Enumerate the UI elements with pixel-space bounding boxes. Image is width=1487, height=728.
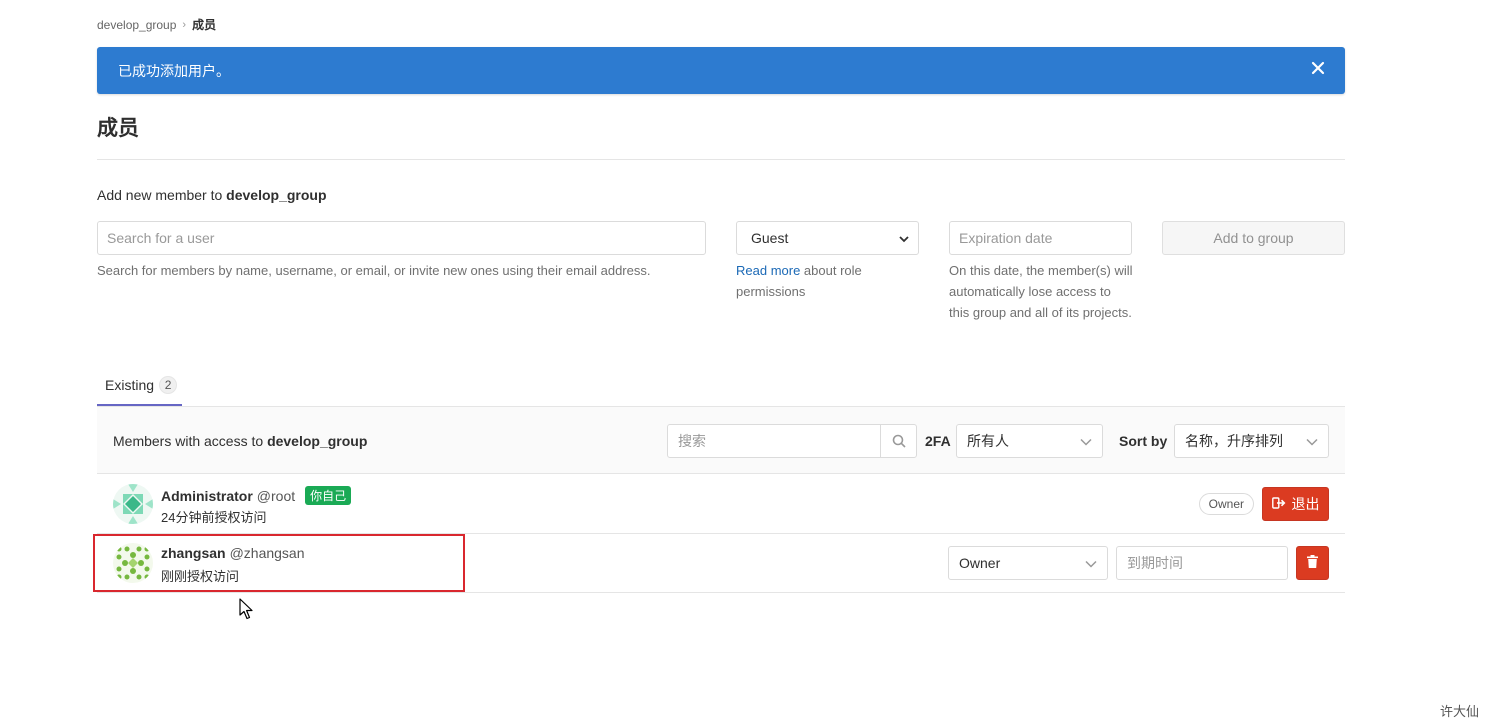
page-title: 成员 xyxy=(97,117,139,140)
sign-out-icon xyxy=(1271,496,1286,512)
member-granted-time: 刚刚授权访问 xyxy=(161,569,240,584)
remove-member-button[interactable] xyxy=(1296,546,1329,580)
trash-icon xyxy=(1307,555,1318,571)
member-role-dropdown[interactable]: Owner xyxy=(948,546,1108,580)
member-row: Administrator @root 你自己 24分钟前授权访问 Owner … xyxy=(97,475,1345,534)
role-select-value: Guest xyxy=(751,230,789,246)
add-member-label: Add new member to develop_group xyxy=(97,187,327,203)
member-name[interactable]: zhangsan xyxy=(161,545,226,561)
add-member-group-name: develop_group xyxy=(226,187,327,203)
add-to-group-button[interactable]: Add to group xyxy=(1162,221,1345,255)
read-more-link[interactable]: Read more xyxy=(736,263,800,278)
avatar[interactable] xyxy=(113,484,153,524)
search-icon[interactable] xyxy=(880,425,916,457)
search-user-help: Search for members by name, username, or… xyxy=(97,263,651,278)
members-panel-header: Members with access to develop_group 搜索 … xyxy=(97,406,1345,474)
you-badge: 你自己 xyxy=(305,486,352,505)
sort-dropdown[interactable]: 名称，升序排列 xyxy=(1174,424,1329,458)
member-expiration-placeholder: 到期时间 xyxy=(1127,555,1183,571)
chevron-right-icon: › xyxy=(182,18,187,31)
breadcrumb: develop_group › 成员 xyxy=(97,16,216,33)
member-role-value: Owner xyxy=(959,555,1001,571)
expiration-date-input[interactable]: Expiration date xyxy=(949,221,1132,255)
search-user-placeholder: Search for a user xyxy=(107,230,215,246)
role-help: Read more about role permissions xyxy=(736,260,896,302)
member-name[interactable]: Administrator xyxy=(161,488,253,504)
member-granted-time: 24分钟前授权访问 xyxy=(161,510,267,525)
search-user-input[interactable]: Search for a user xyxy=(97,221,706,255)
role-badge: Owner xyxy=(1198,493,1254,515)
member-username: @root xyxy=(256,487,296,504)
twofa-filter-value: 所有人 xyxy=(967,433,1009,449)
flash-message: 已成功添加用户。 xyxy=(118,62,230,79)
divider xyxy=(97,159,1345,160)
member-tabs: Existing 2 xyxy=(97,366,1345,406)
breadcrumb-current[interactable]: 成员 xyxy=(192,16,216,33)
leave-button[interactable]: 退出 xyxy=(1262,487,1329,521)
member-expiration-input[interactable]: 到期时间 xyxy=(1116,546,1288,580)
sort-value: 名称，升序排列 xyxy=(1185,433,1283,449)
add-member-label-prefix: Add new member to xyxy=(97,187,227,203)
expiration-date-placeholder: Expiration date xyxy=(959,230,1053,246)
members-panel-title: Members with access to develop_group xyxy=(113,433,367,449)
member-search-placeholder: 搜索 xyxy=(678,433,706,449)
watermark: 许大仙 xyxy=(1439,704,1479,719)
member-search-input[interactable]: 搜索 xyxy=(667,424,917,458)
flash-notice: 已成功添加用户。 xyxy=(97,47,1345,94)
breadcrumb-group-link[interactable]: develop_group xyxy=(97,18,176,32)
mouse-cursor-icon xyxy=(239,598,255,620)
member-username: @zhangsan xyxy=(229,545,305,561)
role-select[interactable]: Guest xyxy=(736,221,919,255)
tab-existing-count: 2 xyxy=(159,376,178,394)
twofa-label: 2FA xyxy=(925,433,951,449)
expiration-help: On this date, the member(s) will automat… xyxy=(949,263,1133,320)
leave-button-label: 退出 xyxy=(1291,496,1320,512)
chevron-down-icon xyxy=(899,230,909,246)
close-icon[interactable] xyxy=(1309,60,1327,78)
member-row: zhangsan @zhangsan 刚刚授权访问 Owner 到期时间 xyxy=(97,534,1345,593)
tab-existing[interactable]: Existing 2 xyxy=(97,366,182,406)
chevron-down-icon xyxy=(1306,433,1318,449)
chevron-down-icon xyxy=(1085,555,1097,571)
chevron-down-icon xyxy=(1080,433,1092,449)
sort-label: Sort by xyxy=(1119,433,1168,449)
members-panel-title-prefix: Members with access to xyxy=(113,433,268,449)
tab-existing-label: Existing xyxy=(105,377,155,393)
avatar[interactable] xyxy=(113,543,153,583)
members-panel-group-name: develop_group xyxy=(267,433,368,449)
member-name-line: zhangsan @zhangsan xyxy=(161,545,305,561)
member-name-line: Administrator @root 你自己 xyxy=(161,486,352,505)
twofa-filter-dropdown[interactable]: 所有人 xyxy=(956,424,1103,458)
